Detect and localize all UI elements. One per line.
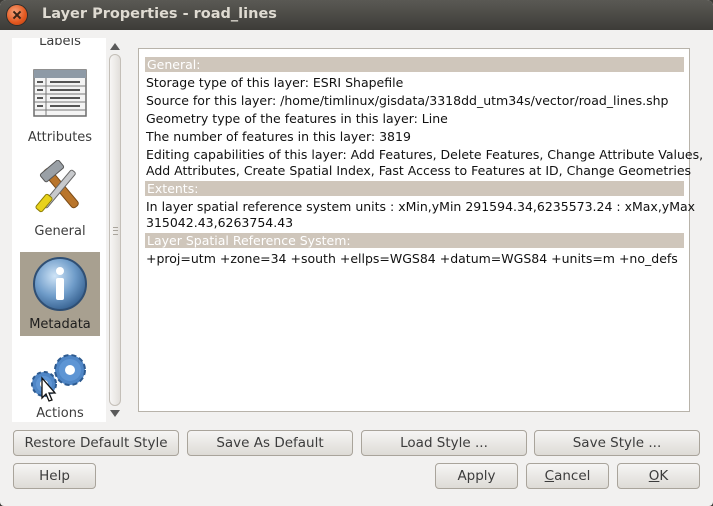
ok-label-post: K — [659, 468, 669, 484]
editing-capabilities-text-cont: Add Attributes, Create Spatial Index, Fa… — [146, 163, 692, 178]
window-title: Layer Properties - road_lines — [42, 6, 277, 22]
restore-default-style-button[interactable]: Restore Default Style — [13, 430, 179, 456]
section-header-srs: Layer Spatial Reference System: — [145, 233, 684, 248]
save-style-button[interactable]: Save Style ... — [534, 430, 700, 456]
sidebar-item-label: General — [34, 224, 86, 239]
ok-button[interactable]: OK — [617, 463, 700, 489]
metadata-panel[interactable]: General: Storage type of this layer: ESR… — [138, 48, 703, 412]
tools-icon — [35, 160, 79, 213]
extents-text: In layer spatial reference system units … — [146, 199, 696, 214]
section-header-general: General: — [145, 57, 684, 72]
table-icon — [33, 69, 87, 117]
cancel-button[interactable]: Cancel — [526, 463, 609, 489]
scroll-thumb[interactable] — [109, 54, 121, 406]
storage-type-text: Storage type of this layer: ESRI Shapefi… — [146, 75, 404, 90]
cancel-mnemonic: C — [544, 468, 555, 484]
sidebar-item-label: Labels — [39, 38, 81, 49]
layer-properties-window: Layer Properties - road_lines Labels Att… — [0, 0, 713, 506]
sidebar-item-attributes[interactable]: Attributes — [20, 66, 100, 150]
sidebar-item-labels[interactable]: Labels — [20, 38, 100, 49]
grip-icon — [113, 227, 118, 235]
close-window-button[interactable] — [7, 5, 27, 25]
cancel-label-post: ancel — [554, 468, 591, 484]
geometry-type-text: Geometry type of the features in this la… — [146, 111, 448, 126]
source-text: Source for this layer: /home/timlinux/gi… — [146, 93, 669, 108]
sidebar-scrollbar[interactable] — [106, 38, 124, 422]
sidebar-list: Labels Attributes General Metadata Actio… — [12, 38, 106, 422]
scroll-up-arrow-icon[interactable] — [110, 43, 120, 50]
section-header-extents: Extents: — [145, 181, 684, 196]
title-bar[interactable]: Layer Properties - road_lines — [0, 0, 713, 30]
apply-button[interactable]: Apply — [435, 463, 518, 489]
ok-mnemonic: O — [648, 468, 660, 484]
extents-text-cont: 315042.43,6263754.43 — [146, 215, 294, 230]
sidebar-item-label: Attributes — [27, 130, 93, 145]
feature-count-text: The number of features in this layer: 38… — [146, 129, 411, 144]
load-style-button[interactable]: Load Style ... — [361, 430, 527, 456]
scroll-down-arrow-icon[interactable] — [110, 410, 120, 417]
editing-capabilities-text: Editing capabilities of this layer: Add … — [146, 147, 704, 162]
help-button[interactable]: Help — [13, 463, 96, 489]
srs-text: +proj=utm +zone=34 +south +ellps=WGS84 +… — [146, 251, 678, 266]
sidebar-item-metadata[interactable]: Metadata — [20, 252, 100, 336]
sidebar-item-actions[interactable]: Actions — [20, 348, 100, 422]
gears-icon — [31, 354, 86, 402]
sidebar-item-label: Metadata — [29, 317, 91, 332]
info-icon — [33, 257, 87, 311]
sidebar-item-general[interactable]: General — [20, 160, 100, 244]
save-as-default-button[interactable]: Save As Default — [187, 430, 353, 456]
sidebar-item-label: Actions — [36, 406, 84, 421]
